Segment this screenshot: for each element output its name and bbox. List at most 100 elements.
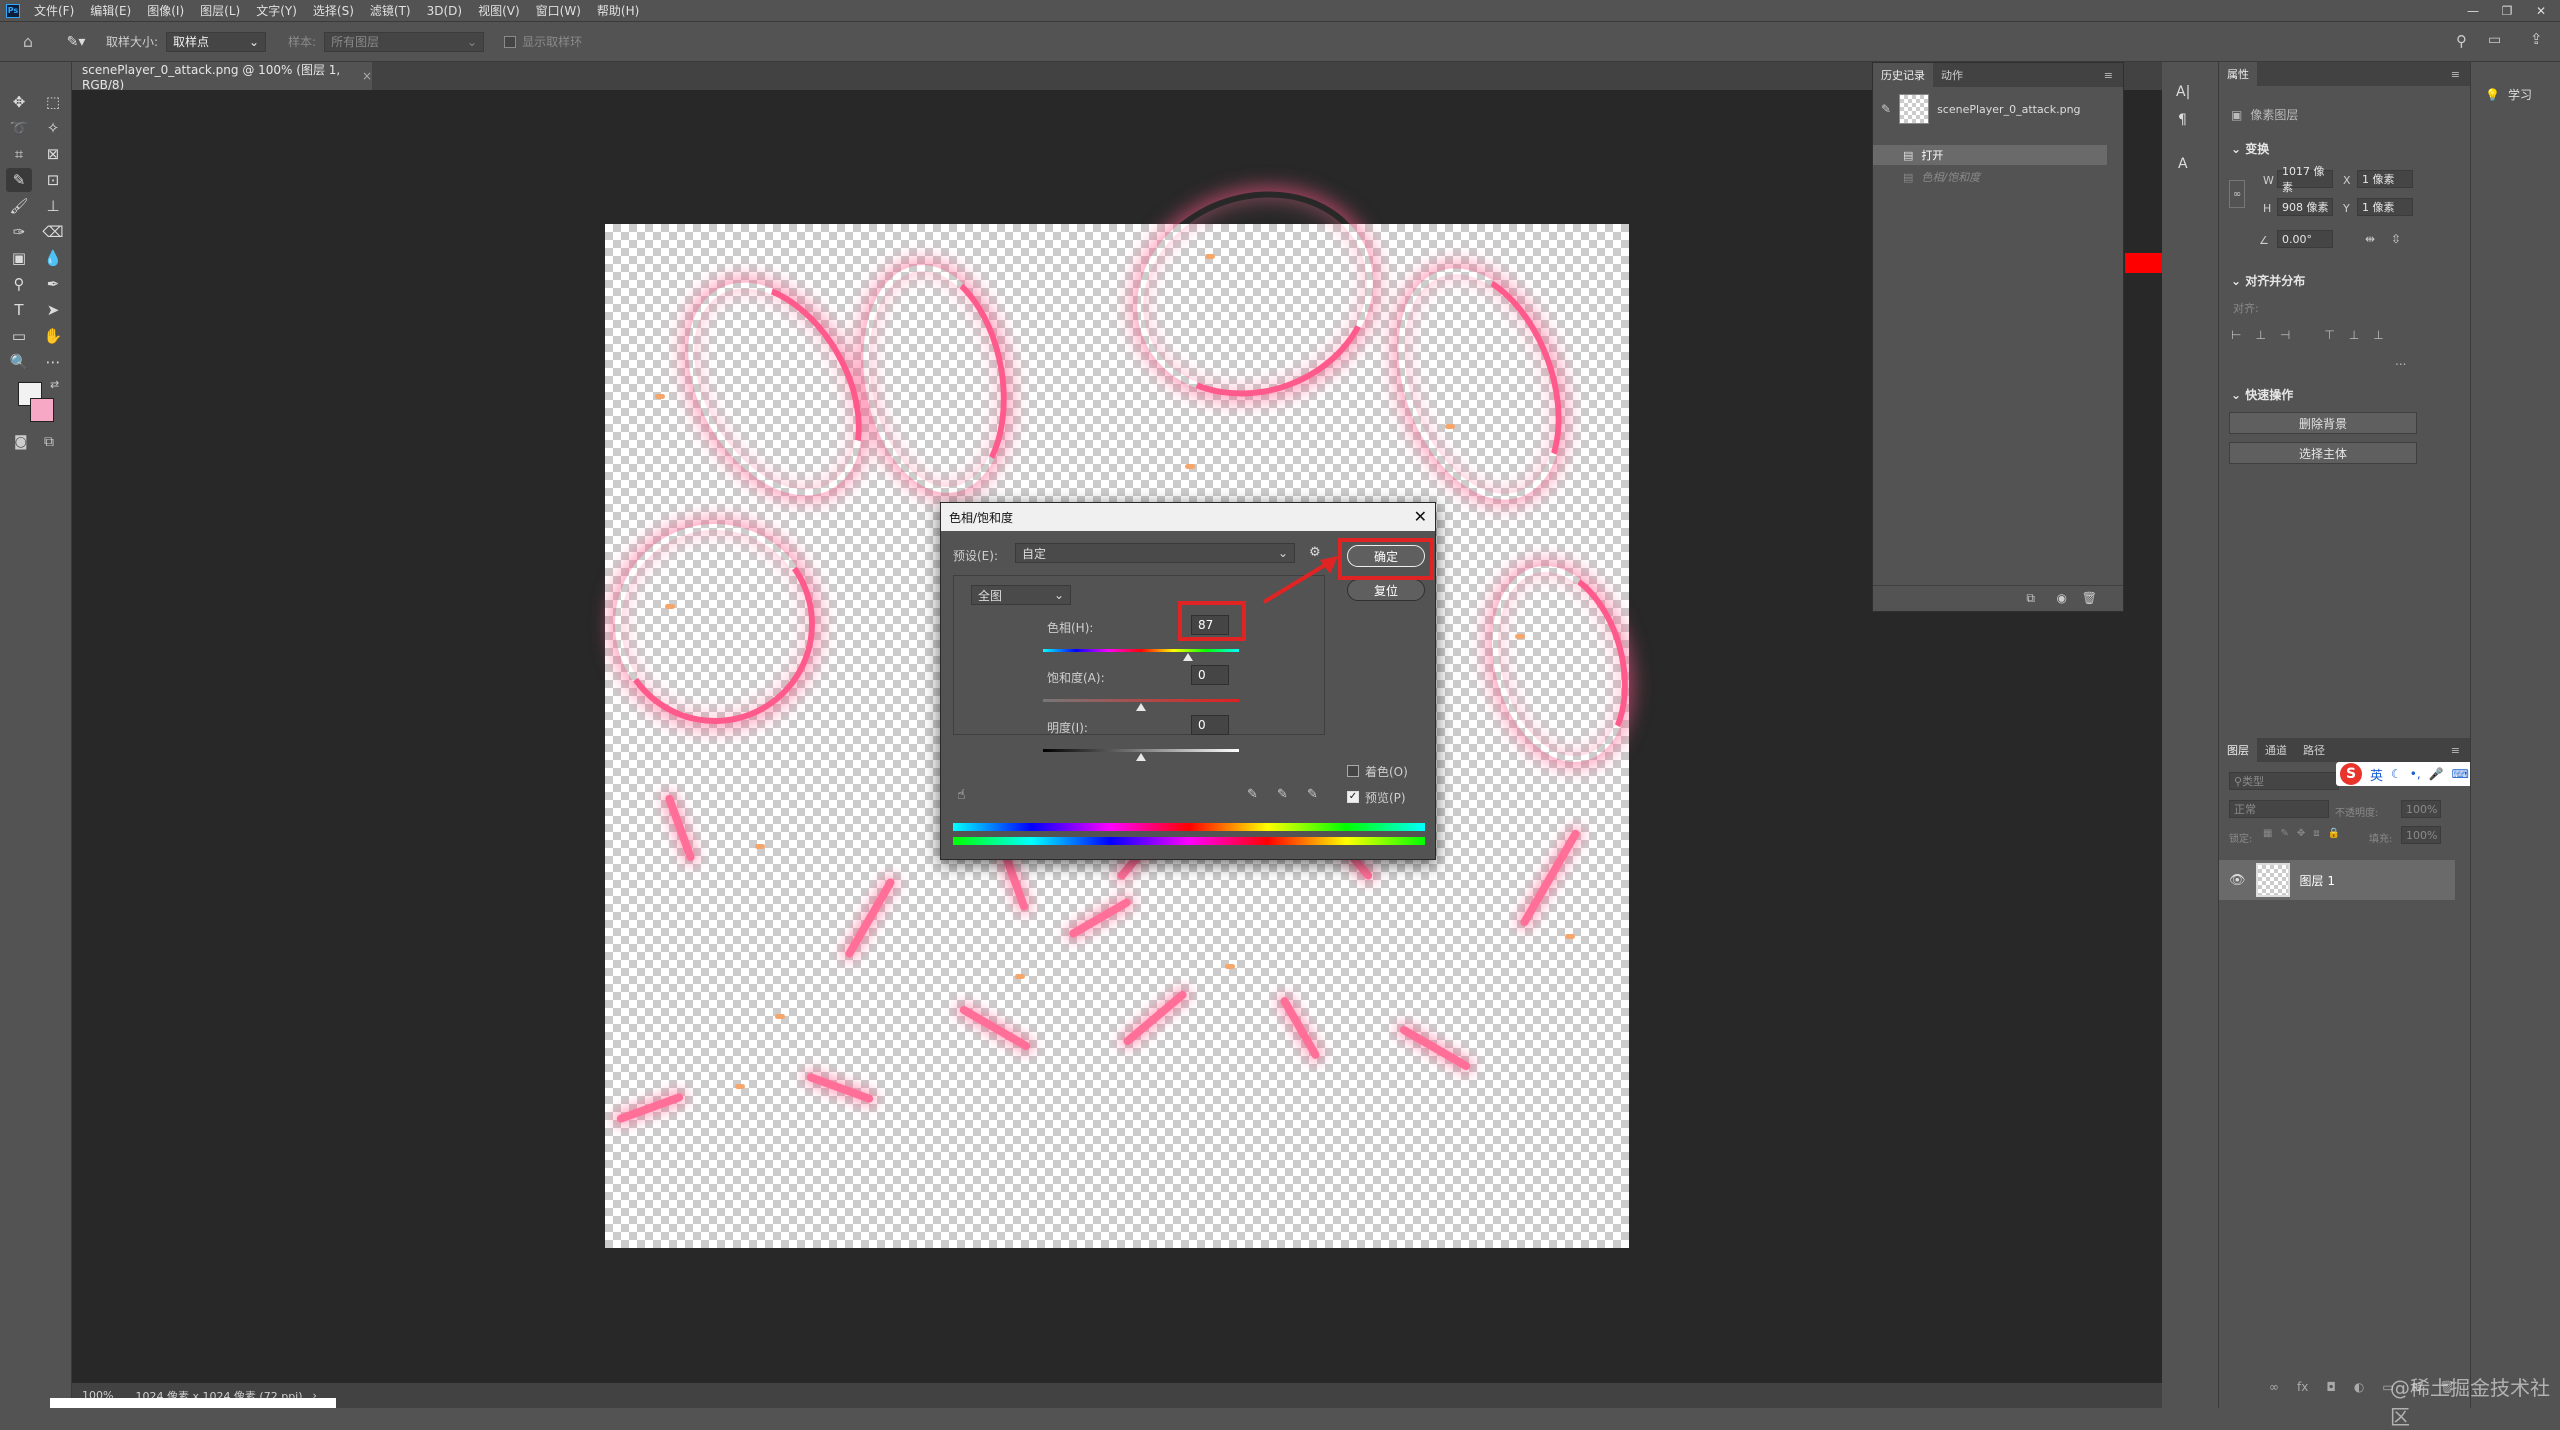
pen-tool-icon[interactable]: ✒: [40, 272, 66, 296]
stamp-tool-icon[interactable]: ⊥: [40, 194, 66, 218]
menu-type[interactable]: 文字(Y): [248, 0, 305, 22]
panel-menu-icon[interactable]: ≡: [2451, 68, 2460, 81]
keyboard-icon[interactable]: ⌨: [2452, 767, 2469, 781]
blend-mode-select[interactable]: 正常: [2229, 800, 2329, 818]
remove-background-button[interactable]: 删除背景: [2229, 412, 2417, 434]
align-bottom-icon[interactable]: ⊥: [2373, 328, 2383, 342]
new-document-icon[interactable]: ⧉: [2026, 591, 2035, 606]
lasso-tool-icon[interactable]: ➰: [6, 116, 32, 140]
menu-view[interactable]: 视图(V): [470, 0, 528, 22]
moon-icon[interactable]: ☾: [2391, 767, 2402, 781]
channel-select[interactable]: 全图 ⌄: [971, 585, 1071, 605]
hue-slider-thumb[interactable]: [1183, 653, 1194, 661]
patch-tool-icon[interactable]: ⊡: [40, 168, 66, 192]
menu-file[interactable]: 文件(F): [26, 0, 82, 22]
panel-menu-icon[interactable]: ≡: [2104, 69, 2113, 82]
layer-name[interactable]: 图层 1: [2300, 872, 2335, 889]
history-state-row[interactable]: ▤ 色相/饱和度: [1873, 167, 2107, 187]
eye-icon[interactable]: 👁: [2229, 873, 2246, 888]
layer-row[interactable]: 👁 图层 1: [2219, 860, 2455, 900]
align-center-icon[interactable]: ⊥: [2255, 328, 2265, 342]
select-subject-button[interactable]: 选择主体: [2229, 442, 2417, 464]
colorize-checkbox[interactable]: [1347, 765, 1359, 777]
flip-horizontal-icon[interactable]: ⇹: [2365, 232, 2375, 246]
eyedropper-icon[interactable]: ✎: [1247, 787, 1258, 802]
hand-tool-icon[interactable]: ✋: [40, 324, 66, 348]
history-brush-icon[interactable]: ✑: [6, 220, 32, 244]
dodge-tool-icon[interactable]: ⚲: [6, 272, 32, 296]
eyedropper-minus-icon[interactable]: ✎: [1307, 787, 1318, 802]
swap-colors-icon[interactable]: ⇄: [50, 378, 59, 391]
screen-mode-icon[interactable]: ⧉: [44, 434, 54, 450]
workspace-icon[interactable]: ▭: [2488, 32, 2501, 48]
dialog-titlebar[interactable]: 色相/饱和度 ✕: [941, 503, 1435, 531]
hue-slider-track[interactable]: [1043, 649, 1239, 652]
menu-image[interactable]: 图像(I): [139, 0, 192, 22]
fx-icon[interactable]: fx: [2297, 1380, 2308, 1394]
eyedropper-tool-icon[interactable]: ✎: [6, 168, 32, 192]
mask-icon[interactable]: ◘: [2326, 1380, 2336, 1394]
more-options[interactable]: ...: [2395, 354, 2406, 368]
align-section-title[interactable]: ⌄ 对齐并分布: [2231, 272, 2305, 289]
frame-tool-icon[interactable]: ⊠: [40, 142, 66, 166]
menu-window[interactable]: 窗口(W): [528, 0, 589, 22]
menu-3d[interactable]: 3D(D): [419, 0, 470, 22]
flip-vertical-icon[interactable]: ⇳: [2391, 232, 2401, 246]
sample-select[interactable]: 所有图层 ⌄: [324, 31, 485, 52]
panel-menu-icon[interactable]: ≡: [2451, 744, 2460, 757]
glyphs-panel-icon[interactable]: A: [2178, 156, 2188, 172]
history-snapshot[interactable]: ✎ scenePlayer_0_attack.png: [1873, 91, 2123, 127]
transform-section-title[interactable]: ⌄ 变换: [2231, 140, 2269, 157]
home-icon[interactable]: ⌂: [14, 28, 42, 56]
tab-history[interactable]: 历史记录: [1873, 63, 1933, 87]
link-layers-icon[interactable]: ∞: [2269, 1380, 2279, 1394]
sample-size-select[interactable]: 取样点 ⌄: [166, 31, 267, 52]
close-icon[interactable]: ✕: [1414, 507, 1427, 526]
lock-all-icon[interactable]: 🔒: [2328, 828, 2340, 839]
gradient-tool-icon[interactable]: ▣: [6, 246, 32, 270]
menu-layer[interactable]: 图层(L): [192, 0, 248, 22]
align-left-icon[interactable]: ⊢: [2231, 328, 2241, 342]
menu-edit[interactable]: 编辑(E): [82, 0, 139, 22]
reset-button[interactable]: 复位: [1347, 579, 1425, 601]
share-icon[interactable]: ⇪: [2530, 30, 2543, 48]
tab-paths[interactable]: 路径: [2295, 738, 2333, 762]
character-panel-icon[interactable]: A|: [2176, 84, 2190, 100]
preview-checkbox[interactable]: ✓: [1347, 791, 1359, 803]
background-color-swatch[interactable]: [30, 398, 54, 422]
align-top-icon[interactable]: ⊤: [2324, 328, 2334, 342]
saturation-slider-thumb[interactable]: [1136, 703, 1146, 711]
align-middle-icon[interactable]: ⊥: [2349, 328, 2359, 342]
crop-tool-icon[interactable]: ⌗: [6, 142, 32, 166]
width-field[interactable]: 1017 像素: [2277, 165, 2333, 194]
magic-wand-icon[interactable]: ✧: [40, 116, 66, 140]
sogou-icon[interactable]: S: [2340, 763, 2362, 785]
paragraph-panel-icon[interactable]: ¶: [2178, 112, 2187, 128]
fill-field[interactable]: 100%: [2401, 826, 2441, 844]
menu-help[interactable]: 帮助(H): [589, 0, 647, 22]
tab-actions[interactable]: 动作: [1933, 63, 1971, 87]
lightness-slider-thumb[interactable]: [1136, 753, 1146, 761]
path-select-icon[interactable]: ➤: [40, 298, 66, 322]
lock-pixels-icon[interactable]: ✎: [2280, 828, 2288, 839]
quick-mask-icon[interactable]: ◙: [14, 434, 28, 450]
type-tool-icon[interactable]: T: [6, 298, 32, 322]
ime-lang[interactable]: 英: [2370, 765, 2383, 784]
tab-layers[interactable]: 图层: [2219, 738, 2257, 762]
y-field[interactable]: 1 像素: [2357, 198, 2413, 216]
lock-position-icon[interactable]: ✥: [2297, 828, 2305, 839]
menu-select[interactable]: 选择(S): [305, 0, 362, 22]
minimize-icon[interactable]: —: [2456, 0, 2490, 22]
quick-actions-title[interactable]: ⌄ 快速操作: [2231, 386, 2293, 403]
document-tab[interactable]: scenePlayer_0_attack.png @ 100% (图层 1, R…: [72, 62, 372, 92]
eraser-tool-icon[interactable]: ⌫: [40, 220, 66, 244]
eyedropper-plus-icon[interactable]: ✎: [1277, 787, 1288, 802]
microphone-icon[interactable]: 🎤: [2429, 767, 2444, 781]
link-icon[interactable]: ∞: [2229, 180, 2245, 208]
menu-filter[interactable]: 滤镜(T): [362, 0, 419, 22]
saturation-field[interactable]: 0: [1191, 665, 1229, 685]
move-tool-icon[interactable]: ✥: [6, 90, 32, 114]
lock-artboard-icon[interactable]: ⧈: [2313, 828, 2319, 839]
lightness-slider-track[interactable]: [1043, 749, 1239, 752]
close-tab-icon[interactable]: ×: [362, 69, 372, 83]
